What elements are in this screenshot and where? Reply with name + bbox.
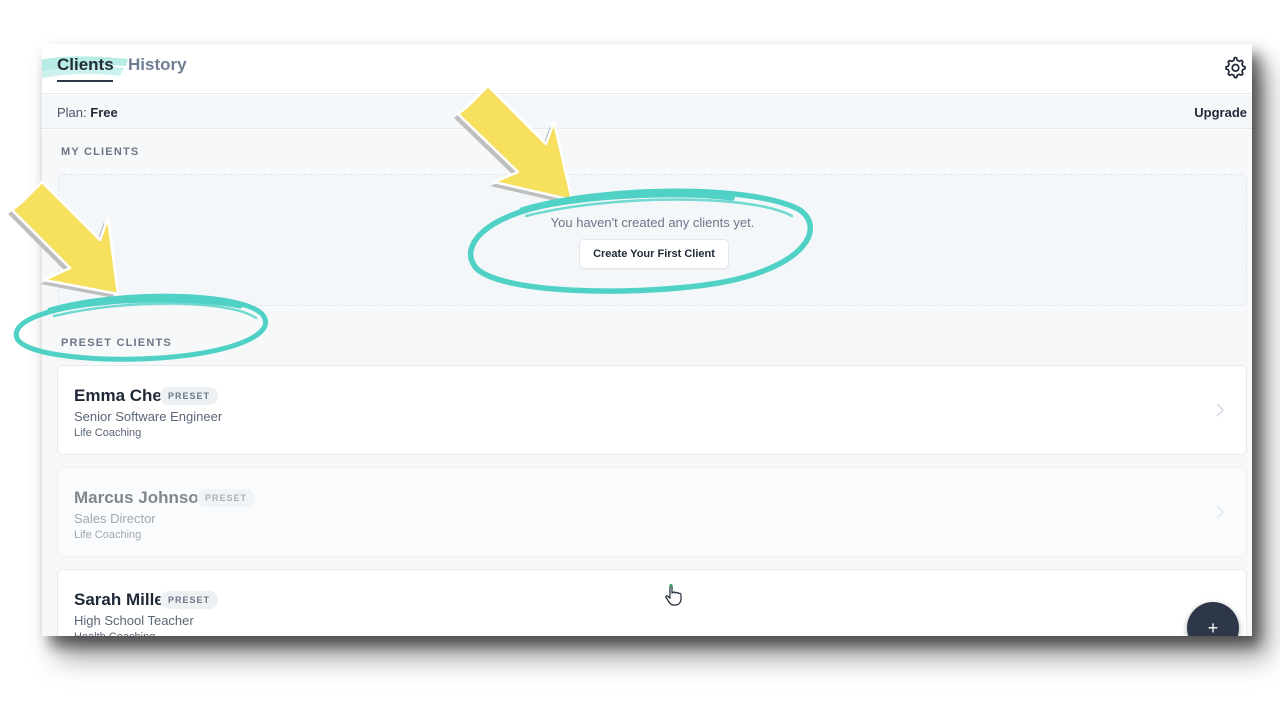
preset-badge: PRESET bbox=[197, 489, 256, 507]
my-clients-empty-state: You haven't created any clients yet. Cre… bbox=[58, 174, 1247, 306]
client-card-emma-chen[interactable]: Emma Chen PRESET Senior Software Enginee… bbox=[57, 365, 1247, 455]
chevron-right-icon bbox=[1216, 505, 1225, 519]
client-name: Emma Chen bbox=[74, 386, 173, 405]
client-card-marcus-johnson[interactable]: Marcus Johnson PRESET Sales Director Lif… bbox=[57, 467, 1247, 557]
client-card-sarah-miller[interactable]: Sarah Miller PRESET High School Teacher … bbox=[57, 569, 1247, 636]
preset-clients-heading: PRESET CLIENTS bbox=[61, 337, 172, 349]
client-role: Senior Software Engineer bbox=[74, 409, 223, 424]
client-name: Marcus Johnson bbox=[74, 488, 210, 507]
app-window: Clients History Plan: Free Upgrade MY CL… bbox=[42, 44, 1252, 636]
hand-pointer-icon bbox=[665, 584, 682, 606]
client-role: High School Teacher bbox=[74, 613, 194, 628]
upgrade-link[interactable]: Upgrade bbox=[1194, 105, 1247, 120]
preset-badge: PRESET bbox=[160, 387, 219, 405]
tab-history[interactable]: History bbox=[128, 55, 187, 75]
client-role: Sales Director bbox=[74, 511, 156, 526]
create-first-client-button[interactable]: Create Your First Client bbox=[579, 239, 729, 269]
main-content: MY CLIENTS You haven't created any clien… bbox=[42, 130, 1252, 636]
tab-clients[interactable]: Clients bbox=[57, 55, 114, 75]
plan-bar: Plan: Free Upgrade bbox=[42, 95, 1252, 129]
client-name: Sarah Miller bbox=[74, 590, 171, 609]
my-clients-heading: MY CLIENTS bbox=[61, 146, 140, 158]
client-coaching-type: Life Coaching bbox=[74, 529, 142, 541]
active-tab-indicator bbox=[57, 80, 113, 82]
preset-badge: PRESET bbox=[160, 591, 219, 609]
top-tab-bar: Clients History bbox=[42, 44, 1252, 94]
gear-icon[interactable] bbox=[1223, 55, 1247, 79]
plus-icon: + bbox=[1207, 618, 1219, 636]
screenshot-stage: Clients History Plan: Free Upgrade MY CL… bbox=[0, 0, 1280, 720]
chevron-right-icon bbox=[1216, 403, 1225, 417]
client-coaching-type: Life Coaching bbox=[74, 427, 142, 439]
client-coaching-type: Health Coaching bbox=[74, 631, 155, 636]
plan-value: Free bbox=[90, 105, 118, 120]
empty-state-message: You haven't created any clients yet. bbox=[550, 215, 755, 230]
plan-info: Plan: Free bbox=[57, 105, 118, 120]
plan-label: Plan: bbox=[57, 105, 87, 120]
